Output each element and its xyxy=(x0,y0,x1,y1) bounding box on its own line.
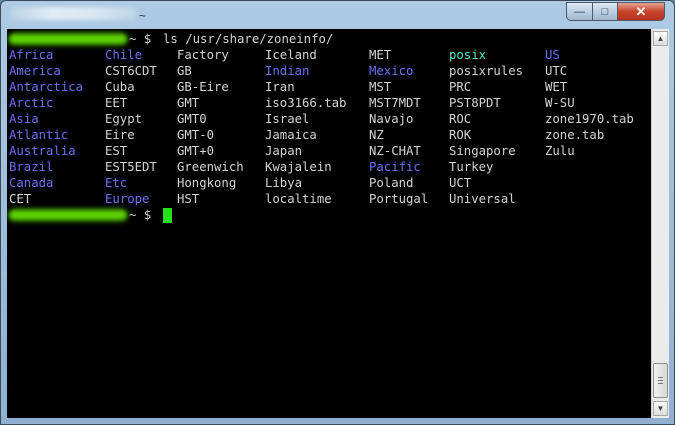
file-entry: NZ xyxy=(369,128,384,142)
file-entry: PST8PDT xyxy=(449,96,501,110)
file-entry: WET xyxy=(545,80,568,94)
file-entry: UTC xyxy=(545,64,568,78)
vertical-scrollbar[interactable]: ▲ ▼ xyxy=(651,29,669,418)
directory-entry: Europe xyxy=(105,192,150,206)
directory-entry: Australia xyxy=(9,144,76,158)
directory-entry: Indian xyxy=(265,64,310,78)
directory-entry: Canada xyxy=(9,176,54,190)
window-title: ~ xyxy=(139,9,147,23)
file-entry: MET xyxy=(369,48,392,62)
file-entry: zone1970.tab xyxy=(545,112,634,126)
close-button[interactable]: ✕ xyxy=(617,2,665,21)
arrow-down-icon: ▼ xyxy=(656,404,665,413)
file-entry: GB xyxy=(177,64,192,78)
file-entry: CST6CDT xyxy=(105,64,157,78)
file-entry: Iran xyxy=(265,80,295,94)
terminal-output[interactable]: ~ $ ls /usr/share/zoneinfo/ Africa Chile F… xyxy=(7,29,651,418)
redacted-hostname xyxy=(9,7,137,20)
directory-entry: Asia xyxy=(9,112,39,126)
directory-entry: Africa xyxy=(9,48,54,62)
scroll-up-button[interactable]: ▲ xyxy=(653,31,668,46)
directory-entry: Atlantic xyxy=(9,128,69,142)
directory-entry: Etc xyxy=(105,176,128,190)
directory-entry: US xyxy=(545,48,560,62)
file-entry: EST xyxy=(105,144,128,158)
file-entry: HST xyxy=(177,192,200,206)
file-entry: EST5EDT xyxy=(105,160,157,174)
file-entry: Universal xyxy=(449,192,516,206)
file-entry: Hongkong xyxy=(177,176,237,190)
file-entry: Navajo xyxy=(369,112,414,126)
file-entry: localtime xyxy=(265,192,332,206)
file-entry: Greenwich xyxy=(177,160,244,174)
file-entry: Eire xyxy=(105,128,135,142)
prompt: ~ $ xyxy=(129,208,152,222)
file-entry: Cuba xyxy=(105,80,135,94)
file-entry: W-SU xyxy=(545,96,575,110)
file-entry: Libya xyxy=(265,176,303,190)
minimize-icon: — xyxy=(574,5,585,18)
file-entry: Singapore xyxy=(449,144,516,158)
file-entry: MST7MDT xyxy=(369,96,421,110)
current-prompt-line: ~ $ xyxy=(9,207,172,223)
file-entry: GB-Eire xyxy=(177,80,229,94)
minimize-button[interactable]: — xyxy=(566,2,593,21)
file-entry: Egypt xyxy=(105,112,143,126)
directory-entry: Mexico xyxy=(369,64,414,78)
file-entry: PRC xyxy=(449,80,472,94)
file-entry: GMT0 xyxy=(177,112,207,126)
file-entry: GMT xyxy=(177,96,200,110)
directory-entry: Antarctica xyxy=(9,80,84,94)
text-cursor xyxy=(163,208,172,223)
command-text: ls /usr/share/zoneinfo/ xyxy=(163,32,334,46)
redacted-user-host xyxy=(9,34,127,44)
putty-window: ~ — □ ✕ ~ $ ls /usr/share/zoneinfo/ Afri… xyxy=(0,0,675,425)
scroll-down-button[interactable]: ▼ xyxy=(653,401,668,416)
file-entry: ROC xyxy=(449,112,472,126)
scrollbar-thumb[interactable] xyxy=(653,363,668,398)
maximize-icon: □ xyxy=(601,5,609,18)
file-entry: Kwajalein xyxy=(265,160,332,174)
file-entry: MST xyxy=(369,80,392,94)
file-entry: Turkey xyxy=(449,160,494,174)
arrow-up-icon: ▲ xyxy=(656,34,665,43)
directory-entry: Arctic xyxy=(9,96,54,110)
file-entry: Portugal xyxy=(369,192,429,206)
file-entry: zone.tab xyxy=(545,128,605,142)
directory-entry: Brazil xyxy=(9,160,54,174)
directory-entry: Chile xyxy=(105,48,143,62)
close-icon: ✕ xyxy=(635,3,647,19)
file-entry: CET xyxy=(9,192,32,206)
file-entry: UCT xyxy=(449,176,472,190)
file-entry: NZ-CHAT xyxy=(369,144,421,158)
file-entry: EET xyxy=(105,96,128,110)
title-bar[interactable]: ~ — □ ✕ xyxy=(1,1,674,29)
maximize-button[interactable]: □ xyxy=(592,2,618,21)
file-entry: posixrules xyxy=(449,64,524,78)
file-entry: GMT-0 xyxy=(177,128,215,142)
file-entry: iso3166.tab xyxy=(265,96,347,110)
file-entry: Japan xyxy=(265,144,303,158)
file-entry: GMT+0 xyxy=(177,144,215,158)
file-entry: ROK xyxy=(449,128,472,142)
directory-entry: America xyxy=(9,64,61,78)
directory-entry: Pacific xyxy=(369,160,421,174)
file-entry: Jamaica xyxy=(265,128,317,142)
file-entry: Zulu xyxy=(545,144,575,158)
file-entry: Factory xyxy=(177,48,229,62)
command-line: ~ $ ls /usr/share/zoneinfo/ xyxy=(9,31,333,47)
redacted-user-host xyxy=(9,210,127,220)
prompt: ~ $ xyxy=(129,32,152,46)
file-entry: Poland xyxy=(369,176,414,190)
file-entry: posix xyxy=(449,48,487,62)
file-entry: Iceland xyxy=(265,48,317,62)
file-entry: Israel xyxy=(265,112,310,126)
